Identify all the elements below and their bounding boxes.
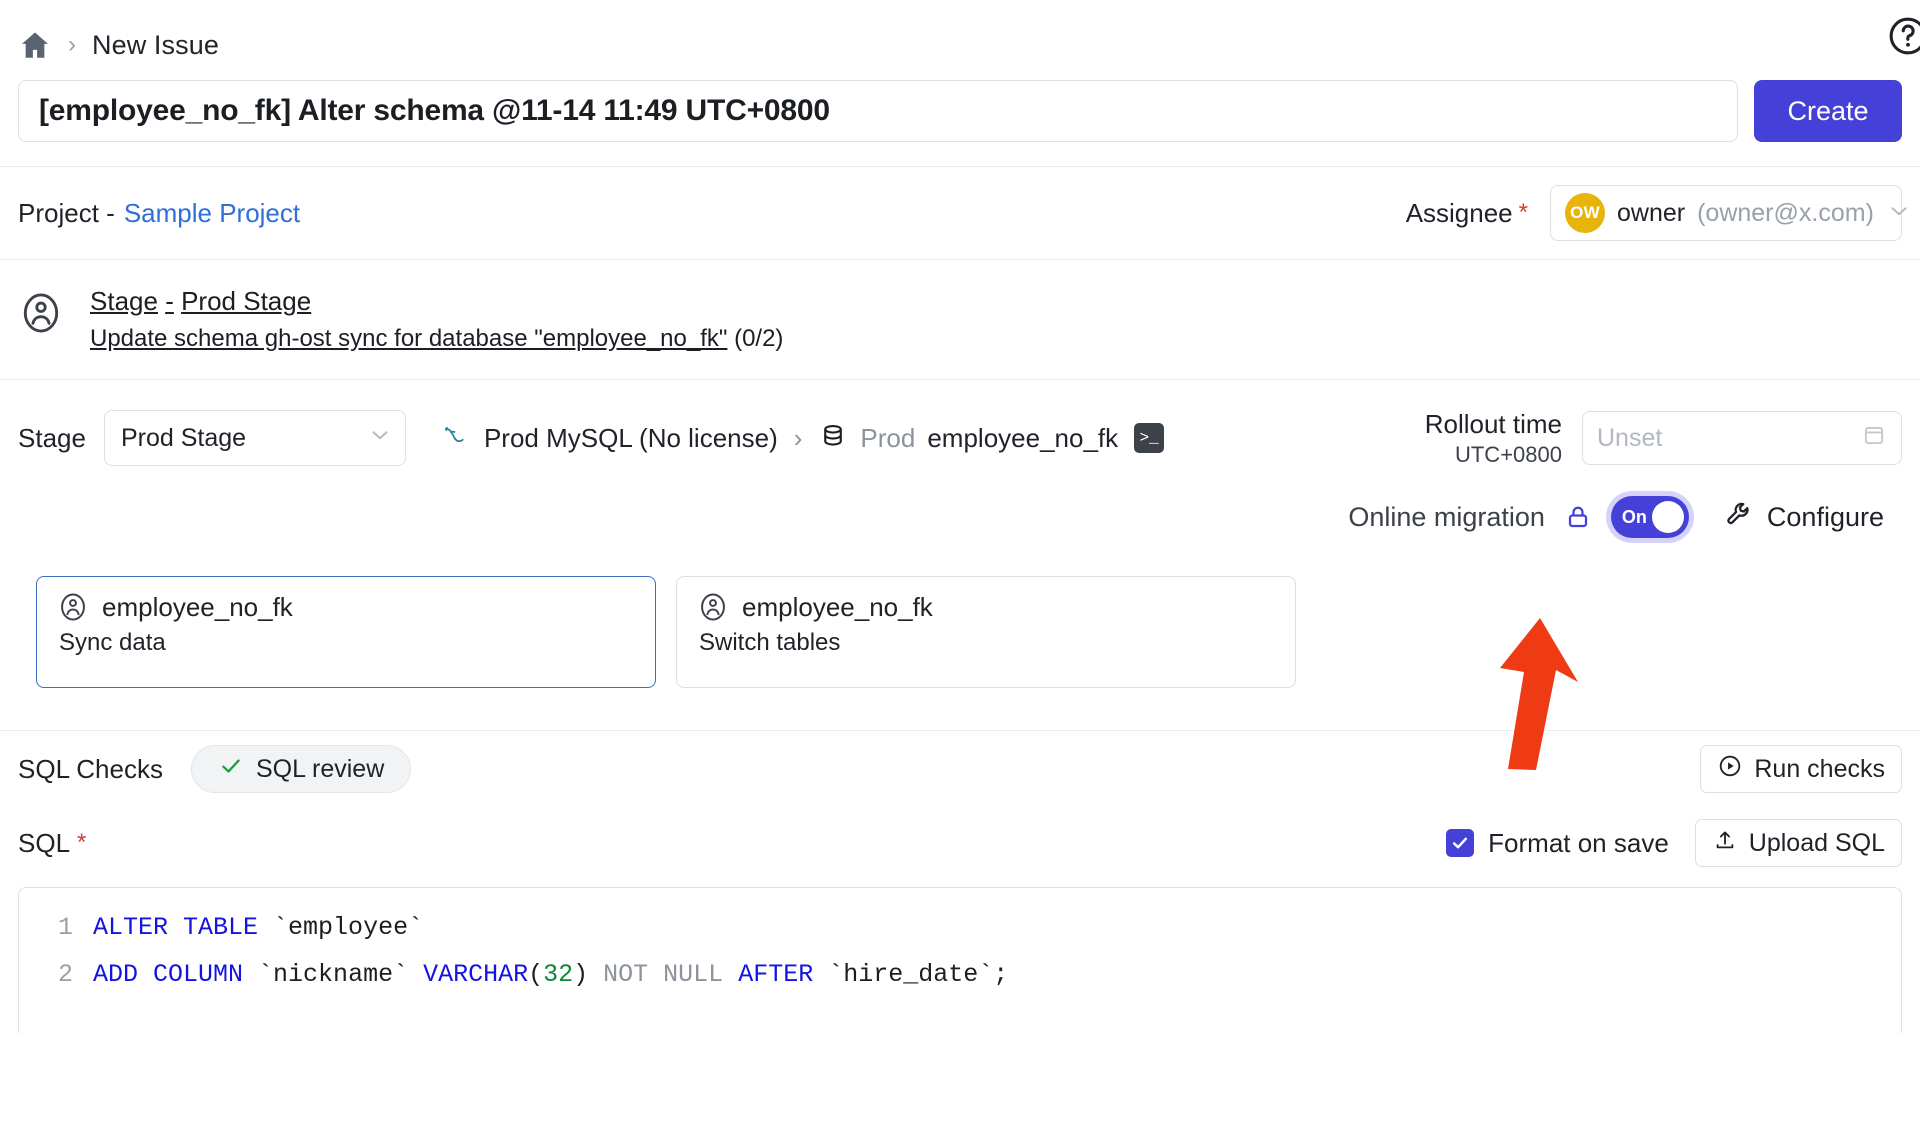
code-line: 1 ALTER TABLE `employee`: [19, 904, 1901, 951]
run-checks-button[interactable]: Run checks: [1700, 745, 1902, 793]
stage-summary-dash: -: [165, 286, 174, 316]
configure-button[interactable]: Configure: [1723, 498, 1884, 537]
code-line: 2 ADD COLUMN `nickname` VARCHAR(32) NOT …: [19, 951, 1901, 998]
sql-checks-row: SQL Checks SQL review Run checks: [0, 731, 1920, 807]
sql-code-editor[interactable]: 1 ALTER TABLE `employee` 2 ADD COLUMN `n…: [18, 887, 1902, 1033]
title-row: [employee_no_fk] Alter schema @11-14 11:…: [0, 68, 1920, 142]
upload-sql-button[interactable]: Upload SQL: [1695, 819, 1902, 867]
upload-sql-label: Upload SQL: [1749, 829, 1885, 858]
stage-summary-prefix[interactable]: Stage: [90, 286, 158, 316]
sql-label-text: SQL: [18, 828, 70, 859]
sql-toolbar-actions: Format on save Upload SQL: [1446, 819, 1902, 867]
stage-task-count: (0/2): [734, 325, 783, 352]
upload-icon: [1712, 827, 1738, 860]
task-card-header: employee_no_fk: [697, 591, 1275, 623]
stage-task-link[interactable]: Update schema gh-ost sync for database "…: [90, 325, 727, 352]
toggle-knob: [1652, 501, 1684, 533]
task-card-subtitle: Switch tables: [697, 629, 1275, 657]
page-root: › New Issue [employee_no_fk] Alter schem…: [0, 0, 1920, 1147]
avatar: OW: [1565, 193, 1605, 233]
line-number: 2: [19, 951, 93, 998]
assignee-label-text: Assignee: [1406, 198, 1513, 229]
rollout-timezone: UTC+0800: [1425, 441, 1562, 469]
assignee-name: owner: [1617, 199, 1685, 228]
task-card-title: employee_no_fk: [102, 592, 293, 623]
stage-summary: Stage - Prod Stage Update schema gh-ost …: [0, 260, 1920, 379]
stage-summary-task: Update schema gh-ost sync for database "…: [90, 325, 783, 353]
task-card[interactable]: employee_no_fk Sync data: [36, 576, 656, 688]
database-engine-name[interactable]: Prod MySQL (No license): [484, 423, 778, 454]
breadcrumb-current: New Issue: [92, 30, 219, 61]
online-migration-toggle[interactable]: On: [1611, 496, 1689, 538]
code-content: ADD COLUMN `nickname` VARCHAR(32) NOT NU…: [93, 951, 1008, 998]
create-button[interactable]: Create: [1754, 80, 1902, 142]
project-assignee-row: Project - Sample Project Assignee * OW o…: [0, 167, 1920, 259]
stage-select-value: Prod Stage: [121, 424, 246, 453]
stage-summary-lines: Stage - Prod Stage Update schema gh-ost …: [90, 286, 783, 353]
database-environment: Prod: [860, 423, 915, 454]
stage-config-section: Stage Prod Stage Prod MySQL (No license): [0, 380, 1920, 688]
task-card-title: employee_no_fk: [742, 592, 933, 623]
task-card-subtitle: Sync data: [57, 629, 635, 657]
person-circle-icon: [57, 591, 89, 623]
rollout-time-title: Rollout time: [1425, 408, 1562, 441]
project-info: Project - Sample Project: [18, 198, 300, 229]
stage-summary-value[interactable]: Prod Stage: [181, 286, 311, 316]
required-asterisk: *: [77, 831, 86, 855]
rollout-time-value: Unset: [1597, 424, 1662, 453]
toggle-state-label: On: [1622, 507, 1647, 528]
format-on-save-toggle[interactable]: Format on save: [1446, 828, 1669, 859]
project-link[interactable]: Sample Project: [124, 198, 300, 229]
stage-select[interactable]: Prod Stage: [104, 410, 406, 466]
project-label: Project -: [18, 198, 115, 229]
online-migration-row: Online migration On Configure: [18, 468, 1902, 538]
database-path: Prod MySQL (No license) › Prod employee_…: [440, 420, 1164, 457]
check-icon: [218, 753, 244, 786]
database-name[interactable]: employee_no_fk: [927, 423, 1118, 454]
stage-select-label: Stage: [18, 423, 86, 454]
assignee-label: Assignee *: [1406, 198, 1528, 229]
format-on-save-checkbox[interactable]: [1446, 829, 1474, 857]
task-card-list: employee_no_fk Sync data employee_no_fk: [18, 538, 1902, 688]
sql-review-chip-label: SQL review: [256, 755, 384, 784]
breadcrumb: › New Issue: [0, 0, 1920, 68]
assignee-field: Assignee * OW owner (owner@x.com): [1406, 185, 1902, 241]
code-content: ALTER TABLE `employee`: [93, 904, 423, 951]
breadcrumb-separator: ›: [68, 33, 76, 57]
required-asterisk: *: [1519, 201, 1528, 225]
format-on-save-label: Format on save: [1488, 828, 1669, 859]
task-card[interactable]: employee_no_fk Switch tables: [676, 576, 1296, 688]
calendar-icon: [1861, 422, 1887, 455]
assignee-select[interactable]: OW owner (owner@x.com): [1550, 185, 1902, 241]
sql-editor-toolbar: SQL * Format on save Upload SQL: [0, 807, 1920, 879]
rollout-time-field: Rollout time UTC+0800 Unset: [1425, 408, 1902, 468]
person-circle-icon: [18, 290, 64, 336]
lock-icon: [1563, 502, 1593, 532]
wrench-icon: [1723, 498, 1755, 537]
stage-config-row: Stage Prod Stage Prod MySQL (No license): [18, 408, 1902, 468]
stage-summary-heading: Stage - Prod Stage: [90, 286, 783, 317]
home-icon[interactable]: [18, 28, 52, 62]
chevron-down-icon: [1886, 198, 1912, 229]
path-separator: ›: [794, 423, 803, 454]
task-card-header: employee_no_fk: [57, 591, 635, 623]
play-circle-icon: [1717, 753, 1743, 786]
help-circle-icon[interactable]: [1886, 14, 1920, 58]
run-checks-label: Run checks: [1754, 755, 1885, 784]
assignee-email: (owner@x.com): [1697, 199, 1874, 228]
person-circle-icon: [697, 591, 729, 623]
sql-review-chip[interactable]: SQL review: [191, 745, 411, 793]
sql-label: SQL *: [18, 828, 86, 859]
rollout-time-input[interactable]: Unset: [1582, 411, 1902, 465]
sql-checks-label: SQL Checks: [18, 754, 163, 785]
issue-title-input[interactable]: [employee_no_fk] Alter schema @11-14 11:…: [18, 80, 1738, 142]
online-migration-label: Online migration: [1348, 502, 1545, 533]
mysql-dolphin-icon: [440, 420, 472, 457]
configure-label: Configure: [1767, 502, 1884, 533]
terminal-icon[interactable]: >_: [1134, 423, 1164, 453]
line-number: 1: [19, 904, 93, 951]
database-icon: [818, 421, 848, 456]
chevron-down-icon: [367, 422, 393, 455]
rollout-time-label: Rollout time UTC+0800: [1425, 408, 1562, 468]
